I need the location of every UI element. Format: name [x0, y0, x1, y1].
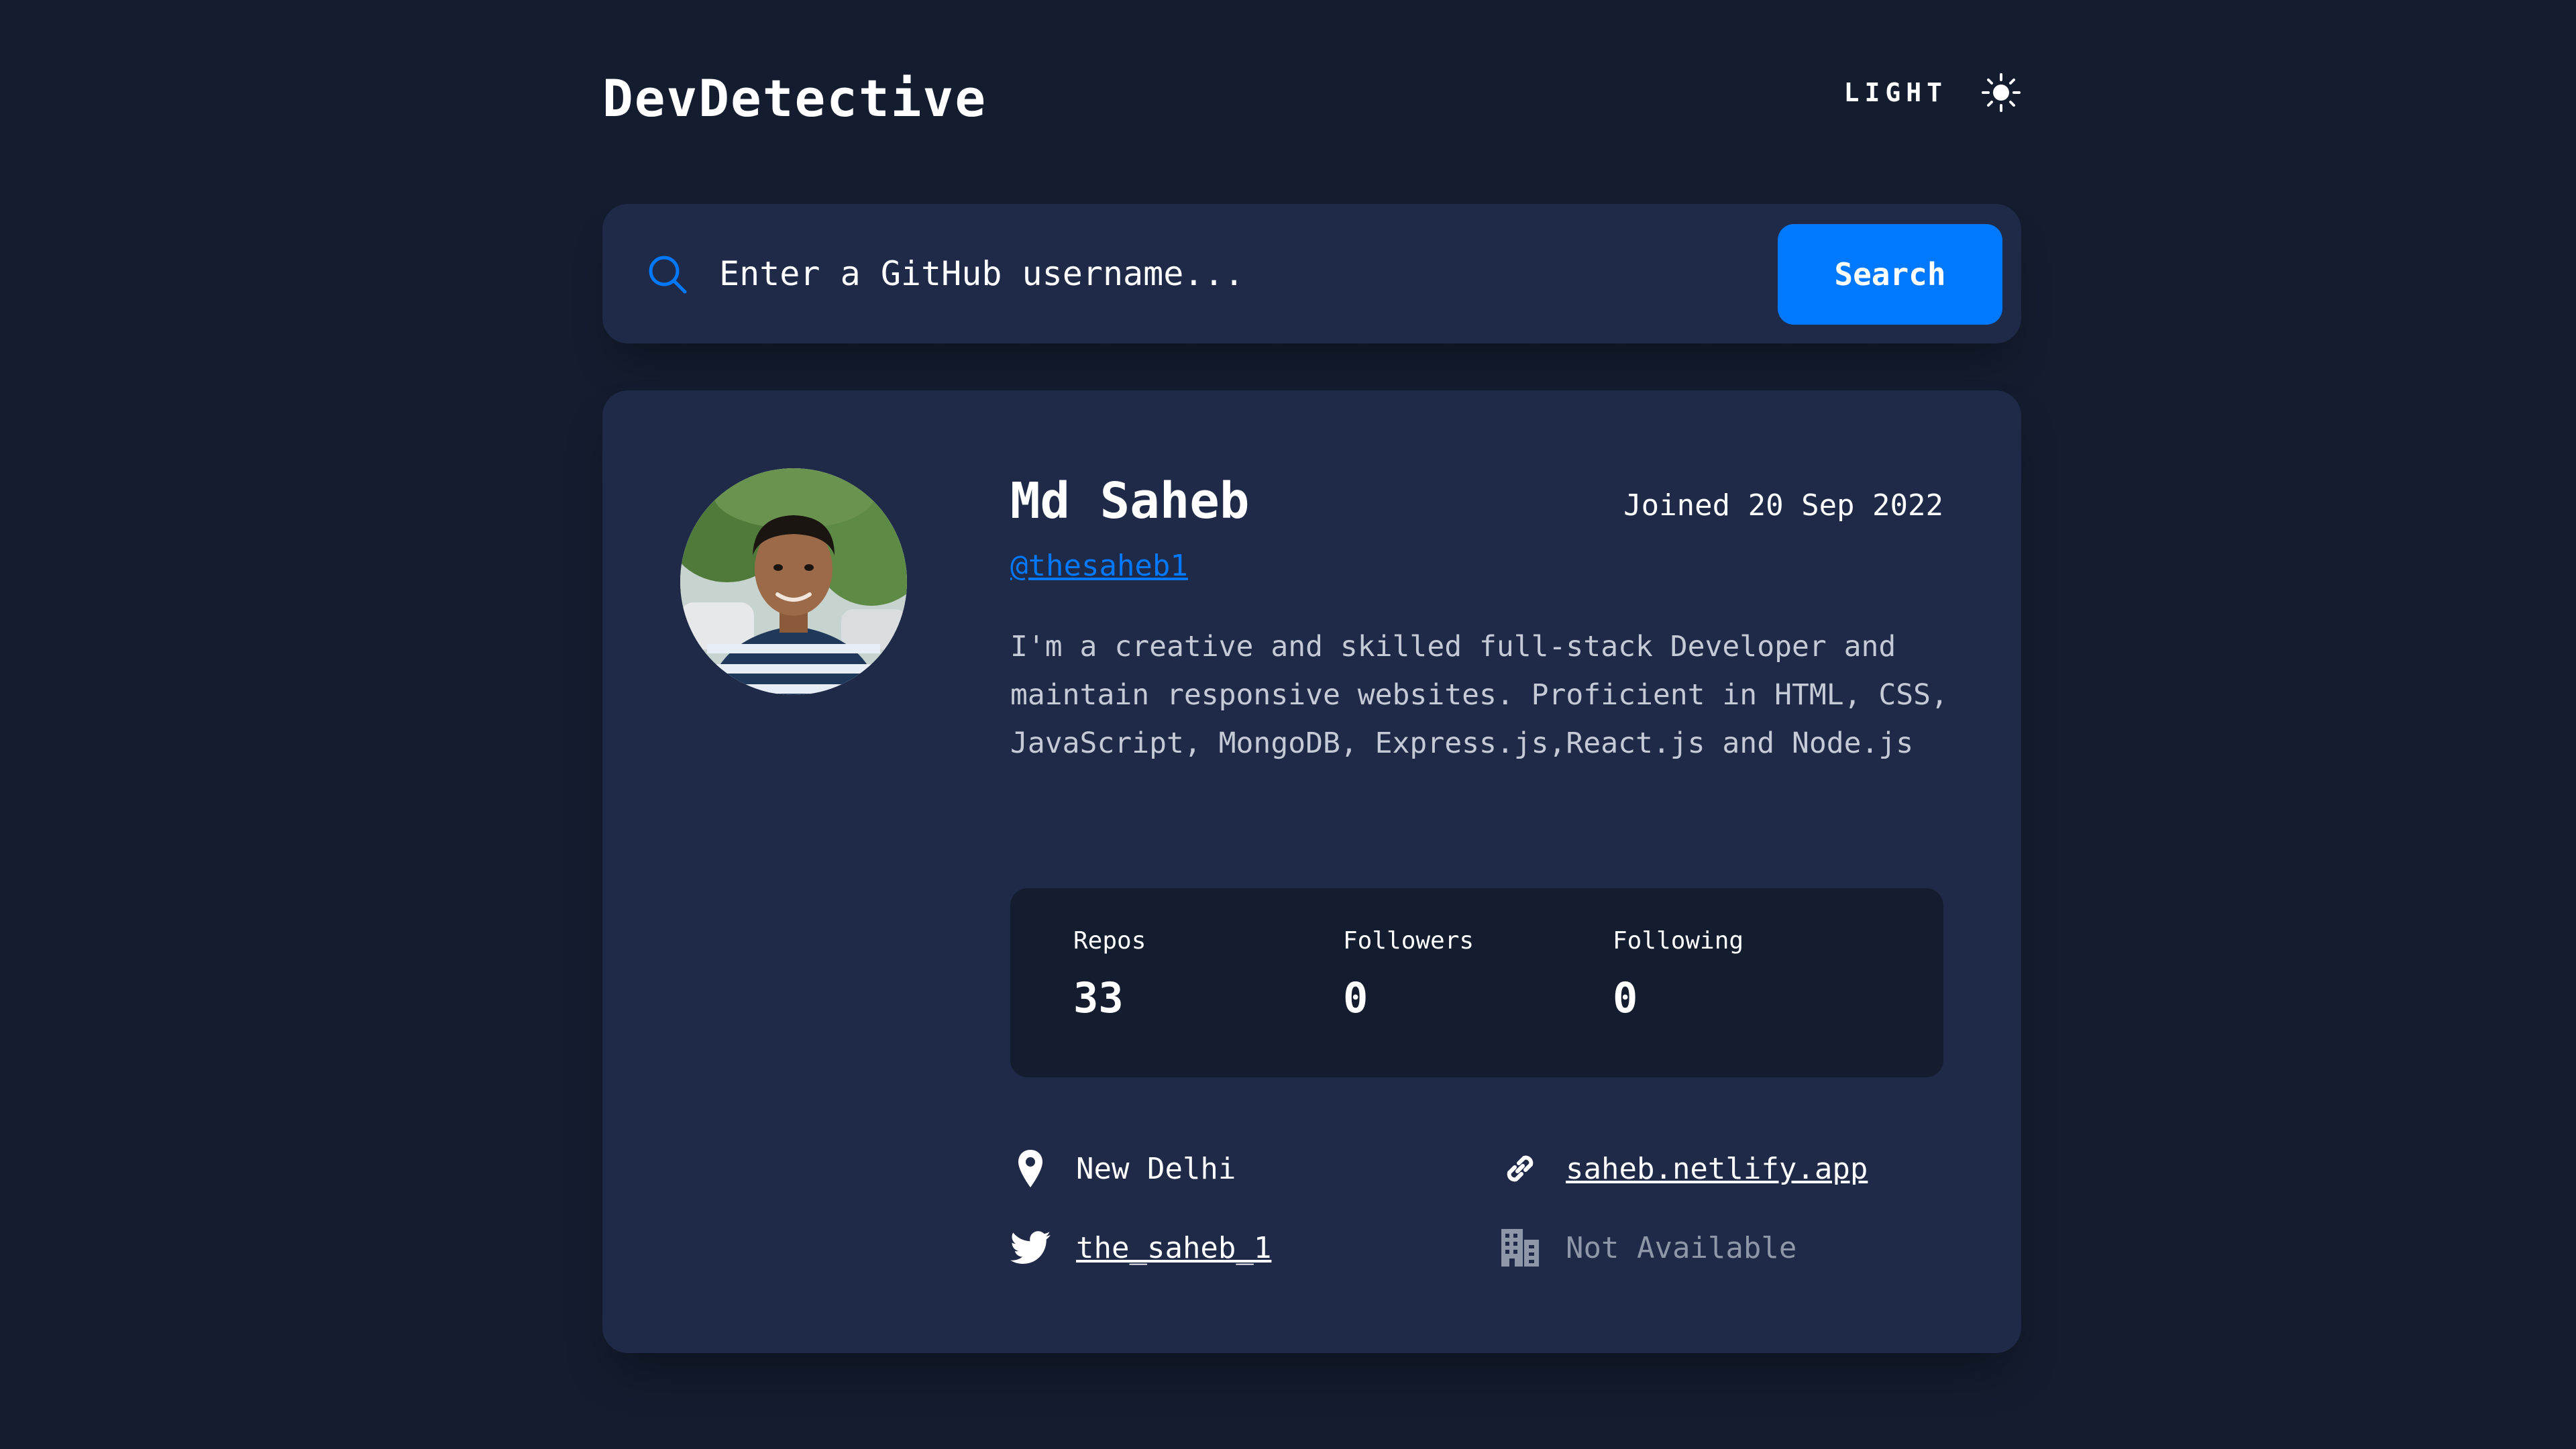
- location-item: New Delhi: [1010, 1142, 1236, 1195]
- profile-username-link[interactable]: @thesaheb1: [1010, 549, 1188, 583]
- website-link[interactable]: saheb.netlify.app: [1566, 1152, 1868, 1186]
- twitter-icon: [1010, 1228, 1051, 1268]
- profile-card: Md Saheb Joined 20 Sep 2022 @thesaheb1 I…: [602, 390, 2021, 1353]
- app-container: DevDetective LIGHT Enter a GitHub userna…: [602, 0, 2021, 1449]
- building-icon: [1500, 1228, 1540, 1268]
- stat-following-label: Following: [1613, 927, 1744, 955]
- joined-date: Joined 20 Sep 2022: [1623, 488, 1943, 523]
- stat-repos: Repos 33: [1073, 927, 1146, 1022]
- search-bar: Search: [602, 204, 2021, 343]
- profile-name: Md Saheb: [1010, 472, 1250, 530]
- stat-following: Following 0: [1613, 927, 1743, 1022]
- company-item: Not Available: [1500, 1221, 1796, 1275]
- stat-following-value: 0: [1613, 973, 1638, 1022]
- avatar-image: [680, 468, 907, 695]
- stat-followers: Followers 0: [1343, 927, 1474, 1022]
- avatar: [680, 468, 907, 695]
- search-icon: [649, 256, 687, 294]
- twitter-link[interactable]: the_saheb_1: [1076, 1231, 1271, 1265]
- stat-followers-label: Followers: [1343, 927, 1474, 955]
- stat-repos-label: Repos: [1073, 927, 1146, 955]
- sun-icon: [1982, 73, 2021, 112]
- search-button[interactable]: Search: [1778, 224, 2002, 325]
- link-icon: [1500, 1148, 1540, 1189]
- search-input[interactable]: [719, 237, 1678, 310]
- website-item: saheb.netlify.app: [1500, 1142, 1868, 1195]
- company-text: Not Available: [1566, 1230, 1797, 1265]
- twitter-item: the_saheb_1: [1010, 1221, 1271, 1275]
- header: DevDetective LIGHT: [602, 62, 2021, 136]
- profile-bio: I'm a creative and skilled full-stack De…: [1010, 630, 1948, 760]
- theme-toggle-label: LIGHT: [1843, 78, 1947, 107]
- stats-panel: Repos 33 Followers 0 Following 0: [1010, 888, 1943, 1077]
- location-text: New Delhi: [1076, 1151, 1236, 1186]
- location-pin-icon: [1010, 1148, 1051, 1189]
- app-logo: DevDetective: [602, 68, 987, 128]
- stat-repos-value: 33: [1073, 973, 1124, 1022]
- theme-toggle-button[interactable]: LIGHT: [1844, 66, 2021, 119]
- profile-links: New Delhi saheb.netlify.app the_saheb_1 …: [1010, 1142, 1943, 1316]
- stat-followers-value: 0: [1343, 973, 1368, 1022]
